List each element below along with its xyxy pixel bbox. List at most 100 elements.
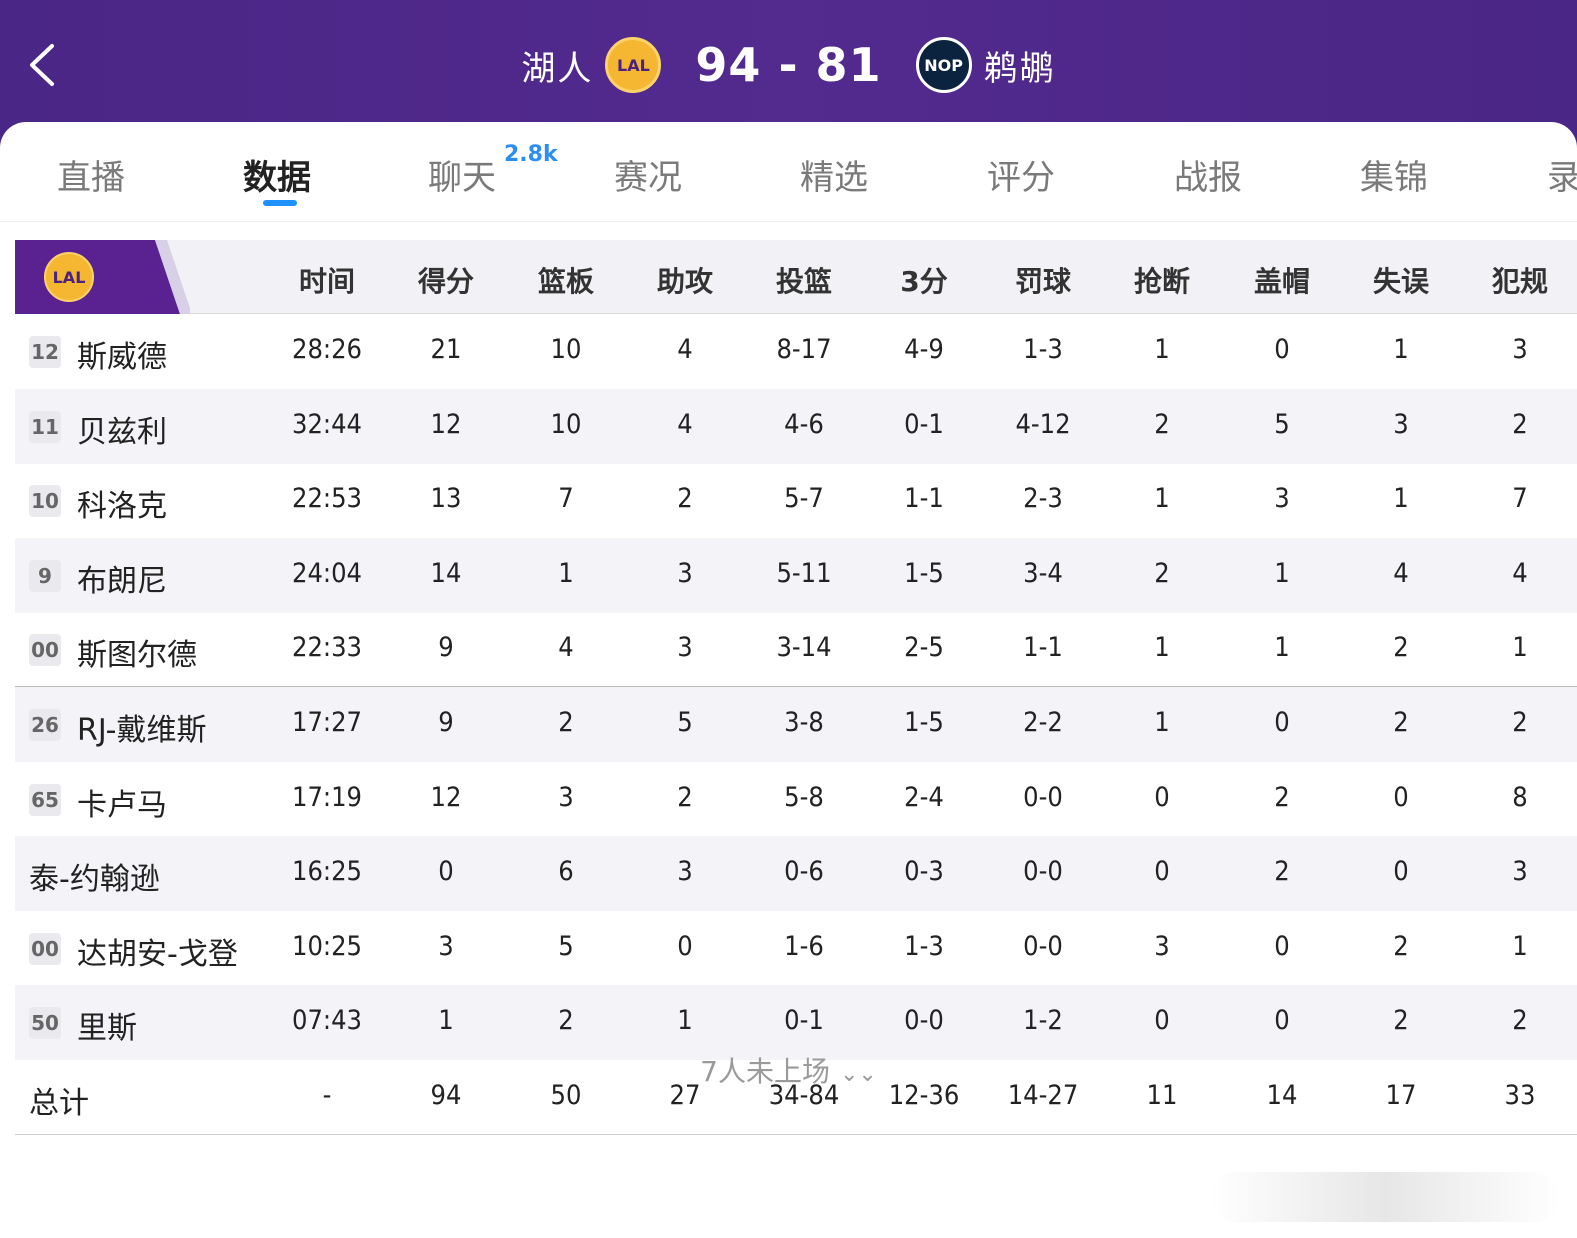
stat-cell: 0-0 [904,1005,944,1037]
stat-cell: 0 [438,856,454,888]
tab-ratings[interactable]: 评分 [987,150,1055,199]
tab-featured[interactable]: 精选 [800,150,868,199]
stat-cell: 1 [677,1005,693,1037]
stat-cell: 1 [1393,483,1409,515]
tab-bar: 直播 数据 聊天 2.8k 赛况 精选 评分 战报 集锦 录 [0,122,1577,222]
tab-report[interactable]: 战报 [1174,150,1242,199]
stat-cell: 9 [438,632,454,664]
stat-cell: 1 [558,557,574,589]
stat-cell: 1 [1274,557,1290,589]
stat-cell: 3 [677,856,693,888]
stat-cell: 0-6 [784,856,824,888]
stat-cell: 0-0 [1023,781,1063,813]
tab-highlights[interactable]: 集锦 [1360,150,1428,199]
player-name[interactable]: 斯图尔德 [77,630,197,674]
player-name[interactable]: 里斯 [77,1003,137,1047]
column-header: 抢断 [1133,265,1190,298]
player-name[interactable]: RJ-戴维斯 [77,705,206,749]
player-row[interactable]: 10 科洛克 22:53 13 7 2 5-7 1-1 2-3 1 3 1 7 [15,463,1577,538]
player-row[interactable]: 11 贝兹利 32:44 12 10 4 4-6 0-1 4-12 2 5 3 2 [15,388,1577,464]
stat-cell: 2 [1512,707,1528,738]
tab-chat[interactable]: 聊天 2.8k [428,142,558,199]
player-name[interactable]: 斯威德 [77,332,167,376]
tab-recording[interactable]: 录 [1547,150,1577,199]
show-benched-players-button[interactable]: 7人未上场 ⌄⌄ [0,1050,1577,1090]
active-tab-indicator [263,200,297,206]
team-tag-icon: LAL [15,240,190,314]
jersey-number: 11 [29,410,61,443]
stat-cell: 22:53 [292,483,362,515]
stat-cell: 4 [1393,557,1409,589]
stat-cell: 0-3 [904,856,944,888]
stat-cell: 1-3 [1023,334,1063,365]
stat-cell: 5-11 [776,557,832,589]
tab-game-status[interactable]: 赛况 [614,150,682,199]
stat-cell: 22:33 [292,632,362,664]
stat-cell: 2 [677,781,693,813]
stat-cell: 8-17 [776,334,832,365]
boxscore-table: LAL 时间 得分 篮板 助攻 投篮 3分 罚球 抢断 盖帽 失误 犯规 12 斯威德 28:26 21 1… [15,240,1577,1135]
stat-cell: 10:25 [292,930,362,962]
stat-cell: 4-6 [784,408,824,440]
scoreline: 湖人 LAL 94 - 81 NOP 鹈鹕 [0,30,1577,100]
stat-cell: 16:25 [292,856,362,888]
stat-cell: 7 [1512,483,1528,515]
stat-cell: 2 [1512,408,1528,440]
stat-cell: 9 [438,707,454,738]
player-name[interactable]: 卡卢马 [77,780,167,824]
stat-cell: 2 [1393,1005,1409,1037]
stat-cell: 3 [1512,334,1528,365]
column-header: 3分 [900,265,948,298]
stat-cell: 0-0 [1023,930,1063,962]
player-row[interactable]: 9 布朗尼 24:04 14 1 3 5-11 1-5 3-4 2 1 4 4 [15,537,1577,613]
stat-cell: 3 [558,781,574,813]
stat-cell: 0 [1154,856,1170,888]
stat-cell: 3 [1274,483,1290,515]
player-row[interactable]: 12 斯威德 28:26 21 10 4 8-17 4-9 1-3 1 0 1 3 [15,314,1577,389]
stat-cell: 1 [1154,632,1170,664]
jersey-number: 26 [29,709,61,741]
stat-cell: 3-8 [784,707,824,738]
stat-cell: 0-1 [904,408,944,440]
stat-cell: 1 [1512,930,1528,962]
stat-cell: 2 [1393,930,1409,962]
stat-cell: 2-5 [904,632,944,664]
player-name[interactable]: 贝兹利 [77,407,167,451]
tab-live[interactable]: 直播 [57,150,125,199]
player-name[interactable]: 达胡安-戈登 [77,929,238,973]
player-name[interactable]: 布朗尼 [77,556,167,600]
stat-cell: 2 [1512,1005,1528,1037]
stat-cell: 0 [677,930,693,962]
jersey-number: 00 [29,634,61,667]
stat-cell: 1-3 [904,930,944,962]
jersey-number: 10 [29,485,61,518]
player-row[interactable]: 00 斯图尔德 22:33 9 4 3 3-14 2-5 1-1 1 1 2 1 [15,612,1577,688]
stat-cell: 0-1 [784,1005,824,1037]
player-name[interactable]: 泰-约翰逊 [29,854,160,898]
tab-stats[interactable]: 数据 [243,150,311,206]
stat-cell: 7 [558,483,574,515]
stat-cell: 0 [1154,1005,1170,1037]
stat-cell: 0 [1393,781,1409,813]
stat-cell: 1 [1512,632,1528,664]
stat-cell: 0 [1154,781,1170,813]
column-header: 时间 [298,265,355,298]
stat-cell: 3 [1154,930,1170,962]
stat-cell: 32:44 [292,408,362,440]
player-row[interactable]: 26 RJ-戴维斯 17:27 9 2 5 3-8 1-5 2-2 1 0 2 2 [15,687,1577,762]
stat-cell: 8 [1512,781,1528,813]
stat-cell: 5 [558,930,574,962]
stat-cell: 1 [1154,483,1170,515]
stat-cell: 0 [1274,334,1290,365]
stat-cell: 1-5 [904,557,944,589]
player-row[interactable]: 泰-约翰逊 16:25 0 6 3 0-6 0-3 0-0 0 2 0 3 [15,836,1577,912]
stat-cell: 3 [438,930,454,962]
stat-cell: 2 [1154,408,1170,440]
player-row[interactable]: 00 达胡安-戈登 10:25 3 5 0 1-6 1-3 0-0 3 0 2 1 [15,911,1577,986]
stat-cell: 0 [1274,707,1290,738]
jersey-number: 00 [29,932,61,965]
column-header: 罚球 [1014,265,1071,298]
player-row[interactable]: 65 卡卢马 17:19 12 3 2 5-8 2-4 0-0 0 2 0 8 [15,762,1577,837]
player-name[interactable]: 科洛克 [77,481,167,525]
stat-cell: 1-2 [1023,1005,1063,1037]
